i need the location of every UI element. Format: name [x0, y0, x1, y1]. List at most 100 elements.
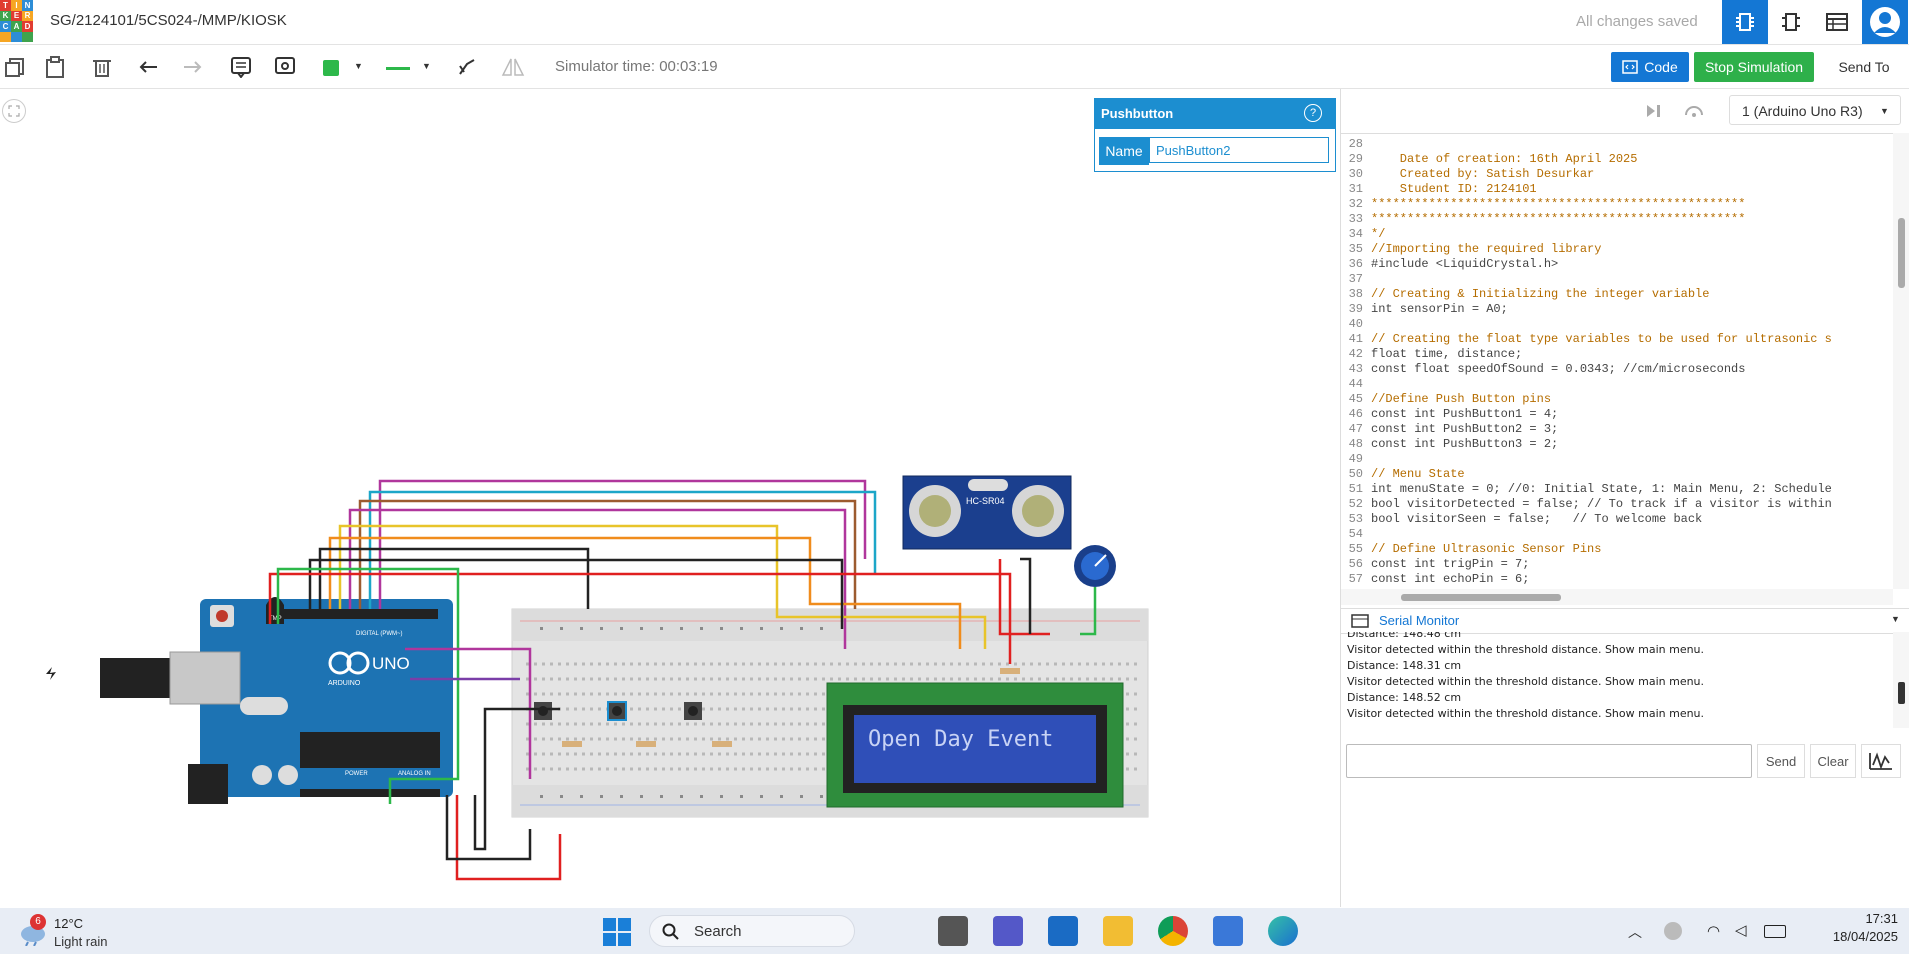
clock-date[interactable]: 18/04/2025 — [1808, 929, 1898, 944]
taskbar-search[interactable]: Search — [649, 915, 855, 947]
line-number: 38 — [1348, 287, 1363, 301]
start-button[interactable] — [603, 918, 631, 951]
serial-monitor-header[interactable]: Serial Monitor ▼ — [1341, 608, 1909, 634]
digital-label: DIGITAL (PWM~) — [356, 631, 403, 637]
circuit-diagram: UNO ARDUINO DIGITAL (PWM~) POWER ANALOG … — [46, 475, 1149, 881]
line-number: 39 — [1348, 302, 1363, 316]
serial-clear-button[interactable]: Clear — [1810, 744, 1856, 778]
store-icon[interactable] — [1048, 916, 1078, 946]
scroll-thumb[interactable] — [1898, 682, 1905, 704]
pushbutton-2[interactable] — [607, 701, 627, 721]
device-select[interactable]: 1 (Arduino Uno R3) ▼ — [1729, 95, 1901, 125]
pushbutton-1[interactable] — [534, 702, 552, 720]
code-editor[interactable]: 28 29 Date of creation: 16th April 2025 30… — [1341, 133, 1893, 589]
name-field[interactable]: PushButton2 — [1149, 137, 1329, 163]
wire-style-picker[interactable]: ▼ — [380, 55, 440, 81]
flip-button[interactable] — [498, 53, 528, 81]
project-title[interactable]: SG/2124101/5CS024-/MMP/KIOSK — [50, 12, 287, 29]
component-list-button[interactable] — [1814, 0, 1860, 44]
arduino-uno-board[interactable]: UNO ARDUINO DIGITAL (PWM~) POWER ANALOG … — [46, 599, 453, 804]
send-to-button[interactable]: Send To — [1824, 52, 1904, 82]
logo-letter: D — [22, 21, 33, 32]
code-line: 38 // Creating & Initializing the integer… — [1341, 287, 1893, 302]
code-line: 33 **************************************… — [1341, 212, 1893, 227]
code-line: 28 — [1341, 137, 1893, 152]
code-line: 53 bool visitorSeen = false; // To welcom… — [1341, 512, 1893, 527]
tinkercad-logo[interactable]: T I N K E R C A D — [0, 0, 33, 42]
code-text: int sensorPin = A0; — [1371, 302, 1508, 316]
clock-time[interactable]: 17:31 — [1808, 911, 1898, 926]
task-view-icon[interactable] — [938, 916, 968, 946]
delete-button[interactable] — [87, 53, 117, 81]
line-number: 55 — [1348, 542, 1363, 556]
code-text: // Define Ultrasonic Sensor Pins — [1371, 542, 1602, 556]
pushbutton-3[interactable] — [684, 702, 702, 720]
debugger-button[interactable] — [1683, 101, 1705, 126]
lcd-display[interactable]: Open Day Event — [826, 682, 1124, 808]
notepad-icon[interactable] — [1213, 916, 1243, 946]
serial-lines: Distance: 148.48 cm Visitor detected with… — [1347, 632, 1893, 722]
ultrasonic-sensor[interactable]: HC-SR04 — [902, 475, 1072, 550]
user-avatar-button[interactable] — [1862, 0, 1908, 44]
chevron-down-icon[interactable]: ▼ — [1891, 614, 1900, 624]
code-line: 40 — [1341, 317, 1893, 332]
fill-color-picker[interactable]: ▼ — [316, 55, 376, 81]
serial-output[interactable]: Distance: 148.48 cm Visitor detected with… — [1347, 632, 1893, 728]
circuit-canvas[interactable]: UNO ARDUINO DIGITAL (PWM~) POWER ANALOG … — [0, 89, 1339, 907]
teams-icon[interactable] — [993, 916, 1023, 946]
rotate-button[interactable] — [452, 53, 482, 81]
volume-icon[interactable]: ◁ — [1735, 921, 1747, 939]
code-text: Student ID: 2124101 — [1371, 182, 1537, 196]
code-text: const int trigPin = 7; — [1371, 557, 1530, 571]
potentiometer[interactable] — [1074, 545, 1116, 587]
weather-badge: 6 — [30, 914, 46, 930]
serial-send-button[interactable]: Send — [1757, 744, 1805, 778]
wifi-icon[interactable]: ◠ — [1707, 922, 1720, 940]
serial-input[interactable] — [1346, 744, 1752, 778]
chrome-icon[interactable] — [1158, 916, 1188, 946]
chevron-down-icon: ▼ — [1880, 106, 1889, 116]
file-explorer-icon[interactable] — [1103, 916, 1133, 946]
visibility-button[interactable] — [270, 53, 300, 81]
code-text: // Creating & Initializing the integer v… — [1371, 287, 1710, 301]
code-text: // Menu State — [1371, 467, 1465, 481]
code-text: Date of creation: 16th April 2025 — [1371, 152, 1638, 166]
undo-button[interactable] — [134, 53, 164, 81]
code-horizontal-scrollbar[interactable] — [1341, 589, 1893, 605]
code-text: const int echoPin = 6; — [1371, 572, 1530, 586]
scroll-thumb[interactable] — [1898, 218, 1905, 288]
copy-button[interactable] — [0, 53, 30, 81]
circuit-view-button[interactable] — [1722, 0, 1768, 44]
name-label: Name — [1099, 137, 1149, 165]
line-number: 47 — [1348, 422, 1363, 436]
stop-simulation-button[interactable]: Stop Simulation — [1694, 52, 1814, 82]
notes-button[interactable] — [226, 53, 256, 81]
power-bolt-icon — [46, 667, 56, 680]
weather-widget[interactable]: 6 12°C Light rain — [18, 914, 107, 951]
schematic-view-button[interactable] — [1768, 0, 1814, 44]
step-button[interactable] — [1643, 101, 1663, 126]
code-text: const float speedOfSound = 0.0343; //cm/… — [1371, 362, 1746, 376]
chevron-up-icon[interactable]: ︿ — [1628, 922, 1642, 942]
code-button-label: Code — [1644, 59, 1678, 75]
logo-letter: K — [0, 10, 11, 21]
line-number: 41 — [1348, 332, 1363, 346]
wire-swatch — [386, 67, 410, 70]
line-number: 53 — [1348, 512, 1363, 526]
scroll-thumb[interactable] — [1401, 594, 1561, 601]
onedrive-icon[interactable] — [1664, 922, 1682, 940]
battery-icon[interactable] — [1764, 925, 1786, 938]
temperature-sensor[interactable]: TMP — [266, 597, 284, 624]
paste-button[interactable] — [40, 53, 70, 81]
logo-block — [0, 31, 11, 42]
code-vertical-scrollbar[interactable] — [1893, 133, 1909, 589]
code-button[interactable]: Code — [1611, 52, 1689, 82]
code-text: const int PushButton3 = 2; — [1371, 437, 1559, 451]
rotate-icon — [459, 59, 475, 75]
edge-icon[interactable] — [1268, 916, 1298, 946]
help-icon[interactable]: ? — [1304, 104, 1322, 122]
redo-button[interactable] — [177, 53, 207, 81]
serial-graph-button[interactable] — [1861, 744, 1901, 778]
step-icon — [1647, 105, 1660, 117]
serial-scrollbar[interactable] — [1893, 632, 1909, 728]
